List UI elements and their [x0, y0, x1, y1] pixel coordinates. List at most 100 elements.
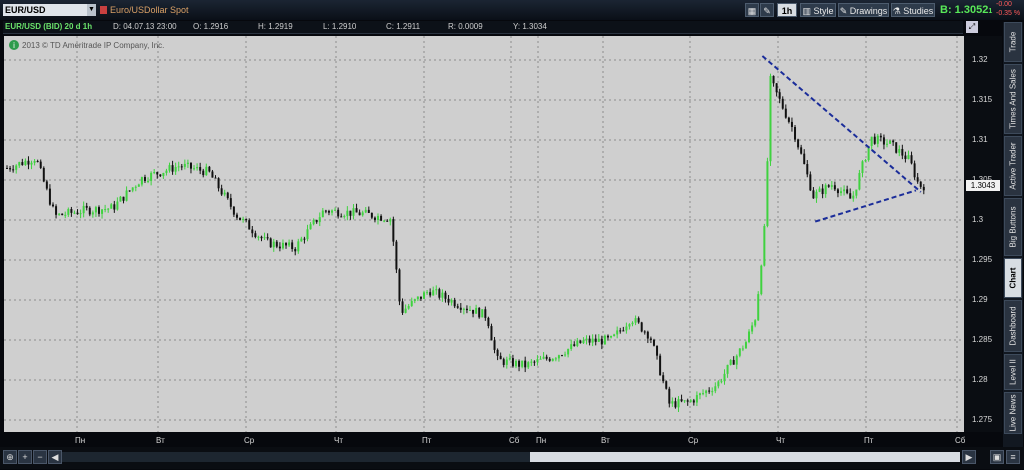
candle-body	[153, 172, 156, 174]
candle-body	[910, 155, 913, 164]
candle-body	[579, 340, 582, 344]
expand-icon[interactable]: ▣	[990, 450, 1004, 464]
candle-body	[223, 192, 226, 195]
candle-body	[714, 386, 717, 392]
time-scrollbar-thumb[interactable]	[530, 452, 960, 462]
candle-body	[297, 241, 300, 252]
candle-body	[91, 212, 94, 215]
candle-body	[870, 136, 873, 146]
candle-body	[410, 300, 413, 306]
candle-body	[855, 189, 858, 196]
candle-body	[291, 242, 294, 250]
symbol-description: Euro/USDollar Spot	[110, 5, 189, 15]
x-tick-label: Пт	[864, 436, 874, 445]
candle-body	[125, 190, 128, 201]
candle-body	[821, 188, 824, 195]
tab-chart[interactable]: Chart	[1004, 258, 1022, 298]
candle-body	[919, 181, 922, 187]
candle-body	[695, 395, 698, 403]
candle-body	[683, 400, 686, 402]
candle-body	[840, 191, 843, 194]
crosshair-icon[interactable]: ⊕	[3, 450, 17, 464]
axis-settings-icon[interactable]: ⤢	[966, 21, 978, 33]
candle-body	[79, 213, 82, 215]
candle-body	[511, 358, 514, 367]
candle-body	[432, 290, 435, 296]
candle-body	[447, 298, 450, 303]
symbol-dropdown-button[interactable]: ▼	[87, 4, 96, 16]
candle-body	[763, 226, 766, 266]
candle-body	[306, 229, 309, 240]
candle-body	[922, 186, 925, 191]
candle-body	[165, 170, 168, 173]
candle-body	[337, 209, 340, 217]
x-tick-label: Пт	[422, 436, 432, 445]
candle-body	[732, 359, 735, 365]
tab-trade[interactable]: Trade	[1004, 22, 1022, 62]
info-open: O: 1.2916	[193, 22, 229, 31]
symbol-input[interactable]: EUR/USD	[3, 4, 87, 16]
candle-body	[692, 400, 695, 403]
tab-dashboard[interactable]: Dashboard	[1004, 300, 1022, 352]
candle-body	[610, 336, 613, 338]
candle-body	[239, 217, 242, 221]
style-button[interactable]: ▥ Style	[800, 3, 836, 17]
studies-button[interactable]: ⚗ Studies	[891, 3, 935, 17]
candle-body	[128, 190, 131, 192]
tab-active-trader-label: Active Trader	[1008, 142, 1018, 190]
candle-body	[441, 292, 444, 298]
zoom-out-icon[interactable]: −	[33, 450, 47, 464]
zoom-in-icon[interactable]: +	[18, 450, 32, 464]
candle-body	[830, 185, 833, 187]
tab-live-news[interactable]: Live News	[1004, 392, 1022, 434]
price-chart[interactable]: i 2013 © TD Ameritrade IP Company, Inc.	[4, 36, 964, 432]
candle-body	[214, 177, 217, 179]
candle-body	[852, 195, 855, 199]
candle-body	[208, 166, 211, 172]
studies-label: Studies	[903, 6, 934, 16]
tab-active-trader[interactable]: Active Trader	[1004, 136, 1022, 196]
candle-body	[137, 184, 140, 187]
candle-body	[895, 142, 898, 153]
candle-body	[781, 98, 784, 109]
candle-body	[143, 177, 146, 181]
candle-body	[177, 166, 180, 168]
candle-body	[726, 364, 729, 374]
candle-body	[484, 309, 487, 318]
candle-body	[168, 165, 171, 171]
candle-body	[116, 201, 119, 210]
candle-body	[186, 162, 189, 164]
candle-body	[426, 292, 429, 294]
candle-body	[364, 209, 367, 213]
tab-big-buttons[interactable]: Big Buttons	[1004, 198, 1022, 256]
scroll-left-icon[interactable]: ◀	[48, 450, 62, 464]
timeframe-button[interactable]: 1h	[777, 3, 797, 17]
candle-body	[435, 289, 438, 291]
candle-body	[901, 148, 904, 156]
chart-svg: i 2013 © TD Ameritrade IP Company, Inc.	[4, 36, 964, 432]
tab-level-ii[interactable]: Level II	[1004, 354, 1022, 390]
share-icon[interactable]: ▦	[745, 3, 759, 17]
candle-body	[110, 204, 113, 209]
candle-body	[640, 322, 643, 332]
studies-icon: ⚗	[892, 6, 904, 16]
drawings-button[interactable]: ✎ Drawings	[838, 3, 889, 17]
candle-body	[199, 167, 202, 171]
scroll-right-icon[interactable]: ▶	[962, 450, 976, 464]
candle-body	[189, 162, 192, 169]
candle-body	[343, 216, 346, 218]
candle-body	[309, 224, 312, 230]
candle-body	[603, 335, 606, 345]
candle-body	[760, 265, 763, 295]
candle-body	[73, 212, 76, 214]
candle-body	[285, 242, 288, 246]
candle-body	[772, 75, 775, 84]
candle-body	[833, 185, 836, 190]
candle-body	[705, 390, 708, 394]
tab-times-and-sales[interactable]: Times And Sales	[1004, 64, 1022, 134]
wrench-icon[interactable]: ✎	[760, 3, 774, 17]
menu-icon[interactable]: ≡	[1006, 450, 1020, 464]
candle-body	[242, 218, 245, 221]
candle-body	[272, 241, 275, 248]
candle-body	[48, 188, 51, 205]
